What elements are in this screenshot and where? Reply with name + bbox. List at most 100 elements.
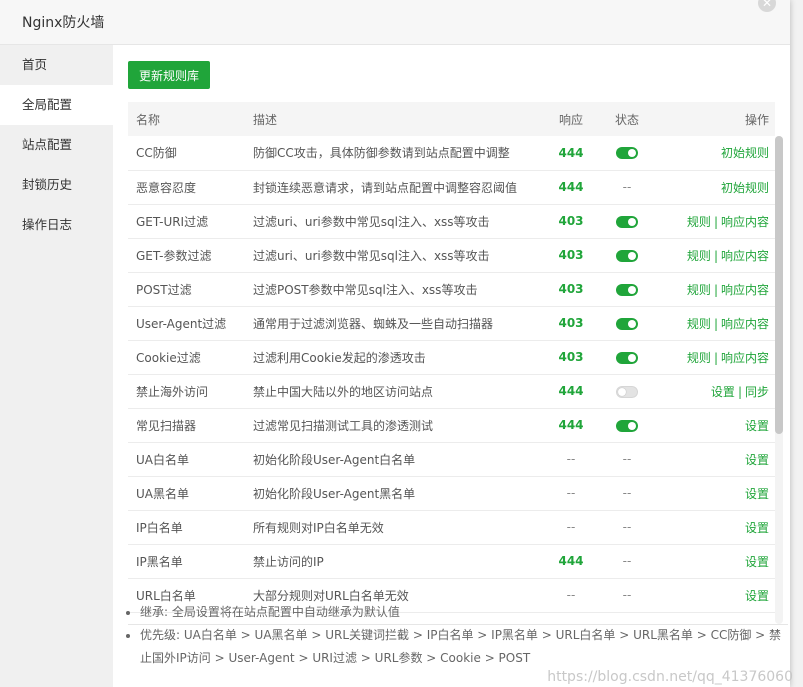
op-link[interactable]: 设置 — [745, 487, 769, 501]
table-header-row: 名称 描述 响应 状态 操作 — [128, 102, 775, 136]
header-resp: 响应 — [544, 102, 598, 136]
watermark: https://blog.csdn.net/qq_41376060 — [547, 669, 793, 685]
op-link[interactable]: 响应内容 — [721, 317, 769, 331]
rule-name: GET-参数过滤 — [128, 238, 245, 272]
op-link[interactable]: 设置 — [745, 555, 769, 569]
rule-desc: 禁止访问的IP — [245, 544, 544, 578]
rule-desc: 初始化阶段User-Agent白名单 — [245, 442, 544, 476]
response-code: 403 — [558, 316, 583, 330]
table-row: GET-URI过滤过滤uri、uri参数中常见sql注入、xss等攻击 403 规则… — [128, 204, 775, 238]
rule-name: IP白名单 — [128, 510, 245, 544]
rule-name: UA黑名单 — [128, 476, 245, 510]
sidebar-item[interactable]: 首页 — [0, 45, 113, 85]
response-code: -- — [567, 588, 576, 602]
op-link[interactable]: 设置 — [711, 385, 735, 399]
rule-name: GET-URI过滤 — [128, 204, 245, 238]
op-link[interactable]: 响应内容 — [721, 283, 769, 297]
op-link[interactable]: 规则 — [687, 215, 711, 229]
op-separator: | — [738, 385, 742, 399]
table-row: IP黑名单禁止访问的IP444--设置 — [128, 544, 775, 578]
op-separator: | — [714, 283, 718, 297]
firewall-dialog: Nginx防火墙 ✕ 首页全局配置站点配置封锁历史操作日志 更新规则库 名称 描… — [0, 0, 790, 687]
op-link[interactable]: 设置 — [745, 419, 769, 433]
sidebar-item[interactable]: 操作日志 — [0, 205, 113, 245]
op-link[interactable]: 同步 — [745, 385, 769, 399]
rule-desc: 过滤uri、uri参数中常见sql注入、xss等攻击 — [245, 204, 544, 238]
response-code: 403 — [558, 248, 583, 262]
op-link[interactable]: 规则 — [687, 317, 711, 331]
op-separator: | — [714, 317, 718, 331]
rule-name: 禁止海外访问 — [128, 374, 245, 408]
rule-name: User-Agent过滤 — [128, 306, 245, 340]
response-code: 444 — [558, 554, 583, 568]
header-ops: 操作 — [656, 102, 775, 136]
op-link[interactable]: 设置 — [745, 453, 769, 467]
rules-table: 名称 描述 响应 状态 操作 CC防御防御CC攻击，具体防御参数请到站点配置中调… — [128, 102, 775, 613]
table-row: User-Agent过滤通常用于过滤浏览器、蜘蛛及一些自动扫描器 403 规则|响应… — [128, 306, 775, 340]
status-toggle[interactable] — [616, 216, 638, 228]
table-row: IP白名单所有规则对IP白名单无效----设置 — [128, 510, 775, 544]
header-status: 状态 — [598, 102, 656, 136]
status-toggle[interactable] — [616, 250, 638, 262]
op-link[interactable]: 初始规则 — [721, 146, 769, 160]
main-panel: 更新规则库 名称 描述 响应 状态 操作 CC防御防御CC攻击，具体防御参数请到… — [113, 45, 790, 687]
response-code: 444 — [558, 146, 583, 160]
rule-desc: 初始化阶段User-Agent黑名单 — [245, 476, 544, 510]
rule-desc: 封锁连续恶意请求，请到站点配置中调整容忍阈值 — [245, 170, 544, 204]
table-scrollbar[interactable] — [775, 136, 783, 624]
rule-desc: 过滤POST参数中常见sql注入、xss等攻击 — [245, 272, 544, 306]
response-code: 403 — [558, 214, 583, 228]
table-row: Cookie过滤过滤利用Cookie发起的渗透攻击403规则|响应内容 — [128, 340, 775, 374]
table-row: UA黑名单初始化阶段User-Agent黑名单----设置 — [128, 476, 775, 510]
rule-desc: 过滤常见扫描测试工具的渗透测试 — [245, 408, 544, 442]
response-code: -- — [567, 520, 576, 534]
table-body: CC防御防御CC攻击，具体防御参数请到站点配置中调整444初始规则恶意容忍度封锁… — [128, 136, 775, 612]
response-code: 444 — [558, 418, 583, 432]
op-link[interactable]: 响应内容 — [721, 249, 769, 263]
op-link[interactable]: 设置 — [745, 521, 769, 535]
status-toggle[interactable] — [616, 352, 638, 364]
status-empty: -- — [623, 520, 632, 534]
rule-name: Cookie过滤 — [128, 340, 245, 374]
sidebar: 首页全局配置站点配置封锁历史操作日志 — [0, 45, 113, 687]
sidebar-item[interactable]: 封锁历史 — [0, 165, 113, 205]
op-link[interactable]: 响应内容 — [721, 215, 769, 229]
rule-name: 常见扫描器 — [128, 408, 245, 442]
scrollbar-thumb[interactable] — [775, 136, 783, 434]
table-row: GET-参数过滤过滤uri、uri参数中常见sql注入、xss等攻击403规则|… — [128, 238, 775, 272]
rules-table-container: 名称 描述 响应 状态 操作 CC防御防御CC攻击，具体防御参数请到站点配置中调… — [128, 102, 788, 625]
op-link[interactable]: 规则 — [687, 351, 711, 365]
rule-name: 恶意容忍度 — [128, 170, 245, 204]
response-code: 403 — [558, 282, 583, 296]
rule-desc: 通常用于过滤浏览器、蜘蛛及一些自动扫描器 — [245, 306, 544, 340]
notes-section: 继承: 全局设置将在站点配置中自动继承为默认值优先级: UA白名单 > UA黑名… — [128, 601, 788, 670]
sidebar-item[interactable]: 全局配置 — [0, 85, 113, 125]
response-code: 403 — [558, 350, 583, 364]
rule-name: IP黑名单 — [128, 544, 245, 578]
sidebar-item[interactable]: 站点配置 — [0, 125, 113, 165]
status-empty: -- — [623, 588, 632, 602]
rule-desc: 过滤利用Cookie发起的渗透攻击 — [245, 340, 544, 374]
status-empty: -- — [623, 452, 632, 466]
rule-name: POST过滤 — [128, 272, 245, 306]
status-toggle[interactable] — [616, 318, 638, 330]
update-rules-button[interactable]: 更新规则库 — [128, 61, 210, 89]
notes-list: 继承: 全局设置将在站点配置中自动继承为默认值优先级: UA白名单 > UA黑名… — [128, 601, 788, 670]
rule-desc: 禁止中国大陆以外的地区访问站点 — [245, 374, 544, 408]
table-row: UA白名单初始化阶段User-Agent白名单----设置 — [128, 442, 775, 476]
rule-desc: 过滤uri、uri参数中常见sql注入、xss等攻击 — [245, 238, 544, 272]
op-link[interactable]: 初始规则 — [721, 181, 769, 195]
header-name: 名称 — [128, 102, 245, 136]
status-toggle[interactable] — [616, 386, 638, 398]
status-empty: -- — [623, 180, 632, 194]
op-link[interactable]: 响应内容 — [721, 351, 769, 365]
header-desc: 描述 — [245, 102, 544, 136]
note-item: 继承: 全局设置将在站点配置中自动继承为默认值 — [140, 601, 788, 624]
op-link[interactable]: 规则 — [687, 249, 711, 263]
table-row: 恶意容忍度封锁连续恶意请求，请到站点配置中调整容忍阈值444--初始规则 — [128, 170, 775, 204]
dialog-titlebar: Nginx防火墙 — [0, 0, 790, 45]
status-toggle[interactable] — [616, 147, 638, 159]
op-link[interactable]: 规则 — [687, 283, 711, 297]
status-toggle[interactable] — [616, 420, 638, 432]
status-toggle[interactable] — [616, 284, 638, 296]
